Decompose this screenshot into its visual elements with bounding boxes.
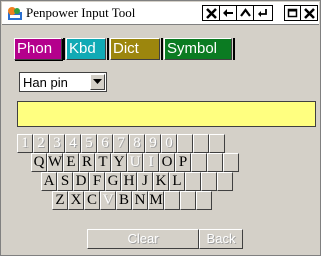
caret-up-icon[interactable] bbox=[237, 6, 254, 20]
key-blank[interactable] bbox=[185, 172, 201, 191]
key-a[interactable]: A bbox=[41, 172, 57, 191]
key-c[interactable]: C bbox=[84, 191, 100, 210]
tab-separator bbox=[107, 38, 109, 60]
key-k[interactable]: K bbox=[153, 172, 169, 191]
tab-kbd[interactable]: Kbd bbox=[66, 38, 106, 60]
key-blank[interactable] bbox=[191, 153, 207, 172]
key-blank[interactable] bbox=[164, 191, 180, 210]
key-4[interactable]: 4 bbox=[65, 134, 81, 153]
penpower-window: Penpower Input Tool Phon Kbd Dict Symbol… bbox=[0, 0, 321, 256]
key-g[interactable]: G bbox=[105, 172, 121, 191]
window-title: Penpower Input Tool bbox=[26, 5, 136, 20]
x-icon[interactable] bbox=[203, 6, 220, 20]
key-8[interactable]: 8 bbox=[129, 134, 145, 153]
key-h[interactable]: H bbox=[121, 172, 137, 191]
key-7[interactable]: 7 bbox=[113, 134, 129, 153]
arrow-left-icon[interactable] bbox=[220, 6, 237, 20]
clear-button[interactable]: Clear bbox=[87, 229, 199, 249]
tab-phon[interactable]: Phon bbox=[14, 38, 62, 60]
key-x[interactable]: X bbox=[68, 191, 84, 210]
tab-separator bbox=[63, 38, 65, 60]
key-m[interactable]: M bbox=[148, 191, 164, 210]
key-j[interactable]: J bbox=[137, 172, 153, 191]
key-t[interactable]: T bbox=[95, 153, 111, 172]
input-method-value: Han pin bbox=[23, 75, 68, 90]
key-y[interactable]: Y bbox=[111, 153, 127, 172]
key-v[interactable]: V bbox=[100, 191, 116, 210]
key-3[interactable]: 3 bbox=[49, 134, 65, 153]
key-u[interactable]: U bbox=[127, 153, 143, 172]
back-button[interactable]: Back bbox=[199, 229, 243, 249]
input-method-select[interactable]: Han pin bbox=[19, 72, 107, 92]
app-icon bbox=[8, 7, 22, 20]
key-s[interactable]: S bbox=[57, 172, 73, 191]
key-p[interactable]: P bbox=[175, 153, 191, 172]
key-f[interactable]: F bbox=[89, 172, 105, 191]
key-b[interactable]: B bbox=[116, 191, 132, 210]
key-blank[interactable] bbox=[223, 153, 239, 172]
key-d[interactable]: D bbox=[73, 172, 89, 191]
key-blank[interactable] bbox=[201, 172, 217, 191]
key-n[interactable]: N bbox=[132, 191, 148, 210]
key-5[interactable]: 5 bbox=[81, 134, 97, 153]
key-blank[interactable] bbox=[193, 134, 209, 153]
tab-separator bbox=[233, 38, 235, 60]
enter-icon[interactable] bbox=[254, 6, 271, 20]
key-z[interactable]: Z bbox=[52, 191, 68, 210]
key-w[interactable]: W bbox=[47, 153, 63, 172]
close-icon[interactable] bbox=[301, 6, 317, 20]
tab-symbol[interactable]: Symbol bbox=[164, 38, 232, 60]
key-9[interactable]: 9 bbox=[145, 134, 161, 153]
titlebar-tool-buttons bbox=[202, 5, 273, 21]
key-blank[interactable] bbox=[180, 191, 196, 210]
tab-dict[interactable]: Dict bbox=[110, 38, 160, 60]
tab-separator bbox=[161, 38, 163, 60]
key-e[interactable]: E bbox=[63, 153, 79, 172]
key-blank[interactable] bbox=[217, 172, 233, 191]
key-2[interactable]: 2 bbox=[33, 134, 49, 153]
key-blank[interactable] bbox=[209, 134, 225, 153]
chevron-down-icon[interactable] bbox=[90, 74, 105, 90]
titlebar-window-buttons bbox=[284, 5, 318, 21]
key-q[interactable]: Q bbox=[31, 153, 47, 172]
key-l[interactable]: L bbox=[169, 172, 185, 191]
key-6[interactable]: 6 bbox=[97, 134, 113, 153]
key-0[interactable]: 0 bbox=[161, 134, 177, 153]
key-i[interactable]: I bbox=[143, 153, 159, 172]
restore-icon[interactable] bbox=[285, 6, 302, 20]
title-bar[interactable]: Penpower Input Tool bbox=[2, 2, 319, 25]
key-r[interactable]: R bbox=[79, 153, 95, 172]
key-blank[interactable] bbox=[177, 134, 193, 153]
key-blank[interactable] bbox=[207, 153, 223, 172]
key-o[interactable]: O bbox=[159, 153, 175, 172]
composition-input[interactable] bbox=[17, 101, 316, 127]
key-blank[interactable] bbox=[196, 191, 212, 210]
key-1[interactable]: 1 bbox=[17, 134, 33, 153]
